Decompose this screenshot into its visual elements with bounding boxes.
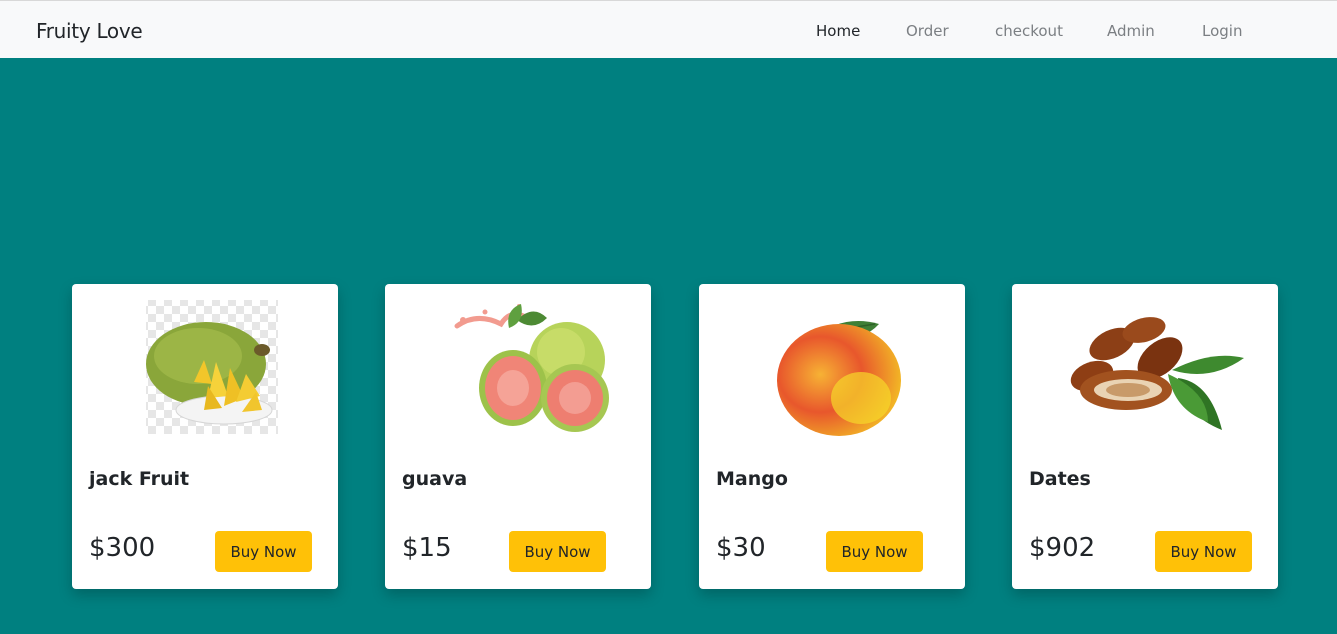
guava-image bbox=[449, 298, 609, 438]
product-card-mango: Mango $30 Buy Now bbox=[699, 284, 965, 589]
dates-image bbox=[1068, 298, 1244, 438]
nav-checkout[interactable]: checkout bbox=[995, 22, 1063, 40]
product-price: $30 bbox=[716, 533, 766, 563]
nav-home[interactable]: Home bbox=[816, 22, 860, 40]
product-name: guava bbox=[402, 468, 468, 490]
nav-order[interactable]: Order bbox=[906, 22, 949, 40]
product-price: $15 bbox=[402, 533, 452, 563]
product-card-guava: guava $15 Buy Now bbox=[385, 284, 651, 589]
buy-now-button[interactable]: Buy Now bbox=[826, 531, 923, 572]
product-name: Mango bbox=[716, 468, 788, 490]
product-price: $300 bbox=[89, 533, 156, 563]
product-name: Dates bbox=[1029, 468, 1091, 490]
nav-login[interactable]: Login bbox=[1202, 22, 1242, 40]
buy-now-button[interactable]: Buy Now bbox=[1155, 531, 1252, 572]
product-card-dates: Dates $902 Buy Now bbox=[1012, 284, 1278, 589]
product-price: $902 bbox=[1029, 533, 1096, 563]
mango-image bbox=[773, 298, 919, 438]
product-name: jack Fruit bbox=[89, 468, 190, 490]
buy-now-button[interactable]: Buy Now bbox=[215, 531, 312, 572]
top-navbar: Fruity Love Home Order checkout Admin Lo… bbox=[0, 0, 1337, 58]
jackfruit-image bbox=[132, 298, 280, 438]
buy-now-button[interactable]: Buy Now bbox=[509, 531, 606, 572]
brand-logo-text[interactable]: Fruity Love bbox=[36, 19, 143, 43]
nav-admin[interactable]: Admin bbox=[1107, 22, 1155, 40]
product-card-jackfruit: jack Fruit $300 Buy Now bbox=[72, 284, 338, 589]
